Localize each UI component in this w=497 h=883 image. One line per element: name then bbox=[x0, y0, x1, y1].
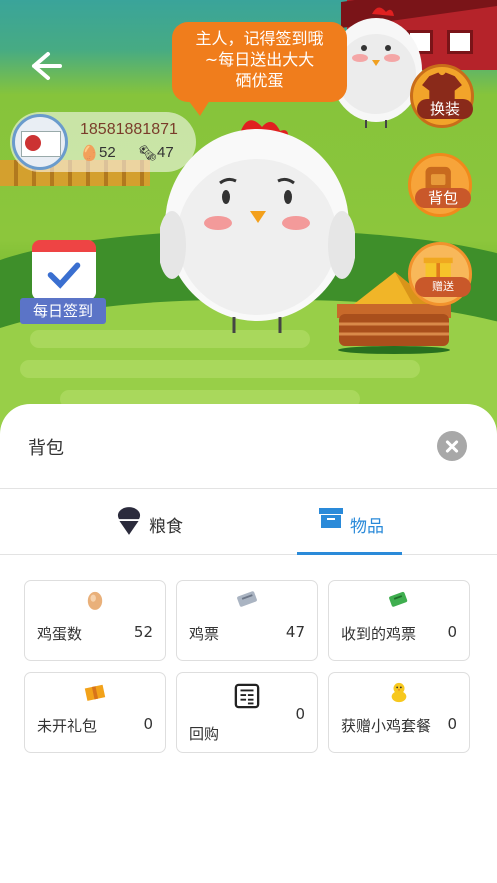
daily-checkin-button[interactable]: 每日签到 bbox=[20, 240, 115, 326]
bag-label: 背包 bbox=[415, 188, 471, 208]
egg-count: 52 bbox=[99, 144, 116, 161]
egg-icon bbox=[25, 589, 165, 615]
item-value: 52 bbox=[133, 623, 153, 641]
avatar[interactable] bbox=[12, 114, 68, 170]
item-label: 回购 bbox=[189, 725, 220, 743]
tab-food-label: 粮食 bbox=[149, 517, 183, 537]
egg-icon: 🥚 bbox=[80, 145, 99, 162]
ice-cream-icon bbox=[117, 507, 141, 535]
gift-box-icon bbox=[25, 681, 165, 707]
user-profile[interactable]: 18581881871 🥚 52 🗞 47 bbox=[10, 112, 196, 172]
tab-items[interactable]: 物品 bbox=[248, 489, 496, 555]
item-value: 0 bbox=[447, 623, 457, 641]
tab-items-label: 物品 bbox=[350, 517, 384, 537]
received-ticket-icon bbox=[329, 589, 469, 615]
tab-food[interactable]: 粮食 bbox=[0, 489, 248, 555]
item-value: 0 bbox=[295, 705, 305, 723]
user-phone: 18581881871 bbox=[80, 121, 178, 138]
bubble-line-1: 主人，记得签到哦 bbox=[195, 29, 324, 48]
back-button[interactable] bbox=[22, 44, 66, 88]
back-arrow-icon bbox=[32, 52, 62, 80]
outfit-label: 换装 bbox=[417, 99, 473, 119]
item-label: 未开礼包 bbox=[37, 717, 98, 735]
game-scene: 主人，记得签到哦 ~每日送出大大 硒优蛋 18581881871 🥚 52 🗞 … bbox=[0, 0, 497, 440]
ticket-count: 47 bbox=[157, 144, 174, 161]
item-card-unopened-gifts[interactable]: 未开礼包 0 bbox=[24, 672, 166, 753]
bubble-line-2: ~每日送出大大 bbox=[204, 50, 315, 69]
active-tab-indicator bbox=[297, 552, 402, 555]
gift-button[interactable]: 赠送 bbox=[408, 242, 472, 306]
item-card-gifted-chick-package[interactable]: 获赠小鸡套餐 0 bbox=[328, 672, 470, 753]
sheet-title: 背包 bbox=[28, 438, 64, 459]
checkin-label: 每日签到 bbox=[20, 298, 106, 324]
bag-button[interactable]: 背包 bbox=[408, 153, 472, 217]
item-card-tickets[interactable]: 鸡票 47 bbox=[176, 580, 318, 661]
outfit-button[interactable]: 换装 bbox=[410, 64, 474, 128]
chick-icon bbox=[329, 681, 469, 707]
item-value: 0 bbox=[143, 715, 153, 733]
gift-label: 赠送 bbox=[415, 277, 471, 297]
bubble-line-3: 硒优蛋 bbox=[235, 71, 284, 90]
calendar-icon bbox=[32, 240, 96, 300]
item-value: 47 bbox=[285, 623, 305, 641]
backpack-sheet: 背包 粮食 物品 鸡蛋数 52 鸡票 47 收到的鸡票 0 未开礼包 0 回购 … bbox=[0, 404, 497, 883]
ticket-icon: 🗞 bbox=[138, 145, 158, 162]
item-card-received-tickets[interactable]: 收到的鸡票 0 bbox=[328, 580, 470, 661]
reminder-bubble: 主人，记得签到哦 ~每日送出大大 硒优蛋 bbox=[172, 22, 347, 116]
item-label: 收到的鸡票 bbox=[341, 625, 417, 643]
item-label: 获赠小鸡套餐 bbox=[341, 717, 432, 735]
item-value: 0 bbox=[447, 715, 457, 733]
archive-box-icon bbox=[319, 508, 343, 528]
tab-bar: 粮食 物品 bbox=[0, 489, 497, 555]
item-label: 鸡蛋数 bbox=[37, 625, 83, 643]
item-card-eggs[interactable]: 鸡蛋数 52 bbox=[24, 580, 166, 661]
ticket-icon bbox=[177, 589, 317, 615]
item-card-buyback[interactable]: 回购 0 bbox=[176, 672, 318, 753]
close-button[interactable] bbox=[437, 431, 467, 461]
item-label: 鸡票 bbox=[189, 625, 220, 643]
